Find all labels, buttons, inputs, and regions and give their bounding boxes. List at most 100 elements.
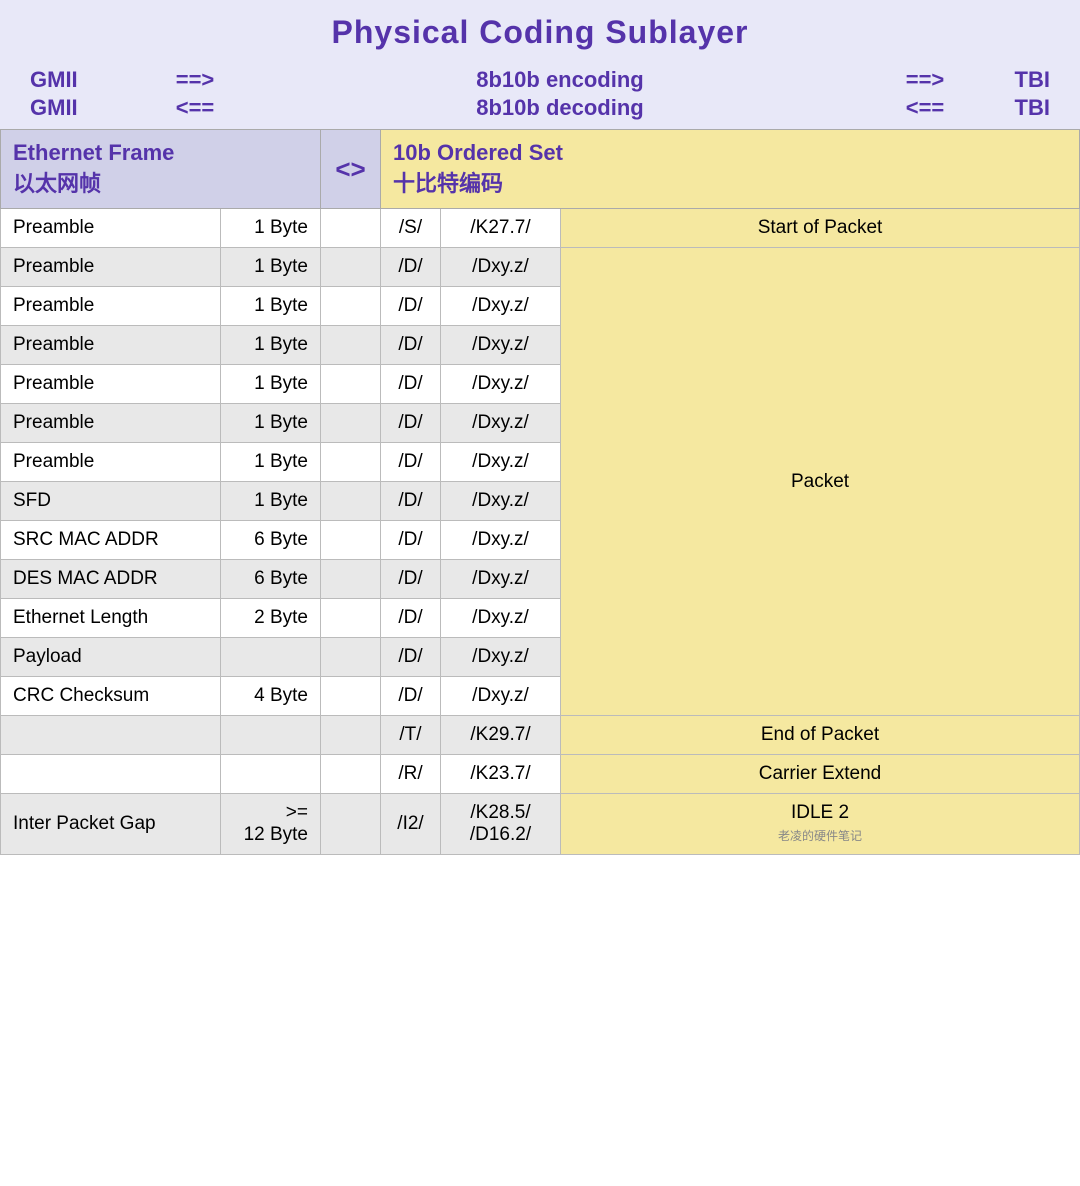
cell-name: Preamble — [1, 443, 221, 482]
cell-arrow — [321, 677, 381, 716]
cell-arrow — [321, 599, 381, 638]
cell-code1: /D/ — [381, 248, 441, 287]
cell-name: SRC MAC ADDR — [1, 521, 221, 560]
cell-name: CRC Checksum — [1, 677, 221, 716]
cell-name-carrier — [1, 755, 221, 794]
cell-code1: /D/ — [381, 677, 441, 716]
cell-code1: /D/ — [381, 482, 441, 521]
enc-gmii-2: GMII — [30, 95, 150, 121]
table-row-carrier: /R/ /K23.7/ Carrier Extend — [1, 755, 1080, 794]
cell-name-ipg: Inter Packet Gap — [1, 794, 221, 855]
cell-name: Preamble — [1, 365, 221, 404]
cell-arrow-end1 — [321, 716, 381, 755]
cell-arrow — [321, 638, 381, 677]
cell-arrow — [321, 482, 381, 521]
cell-arrow — [321, 443, 381, 482]
enc-arrow-3: <== — [150, 95, 240, 121]
cell-code2: /Dxy.z/ — [441, 560, 561, 599]
encoding-row-2: GMII <== 8b10b decoding <== TBI — [30, 95, 1050, 121]
cell-arrow — [321, 365, 381, 404]
cell-name: DES MAC ADDR — [1, 560, 221, 599]
cell-code1: /D/ — [381, 404, 441, 443]
table-row-end-packet: /T/ /K29.7/ End of Packet — [1, 716, 1080, 755]
idle-label: IDLE 2 — [791, 802, 849, 823]
cell-code2: /Dxy.z/ — [441, 521, 561, 560]
cell-arrow — [321, 326, 381, 365]
cell-size: 4 Byte — [221, 677, 321, 716]
ipg-size-line1: >= — [286, 802, 308, 823]
encoding-bar: GMII ==> 8b10b encoding ==> TBI GMII <==… — [0, 61, 1080, 129]
header-eth: Ethernet Frame 以太网帧 — [1, 130, 321, 209]
cell-code1-ipg: /I2/ — [381, 794, 441, 855]
cell-arrow — [321, 248, 381, 287]
main-table: Ethernet Frame 以太网帧 <> 10b Ordered Set 十… — [0, 129, 1080, 855]
enc-arrow-1: ==> — [150, 67, 240, 93]
cell-label-end: End of Packet — [561, 716, 1080, 755]
cell-arrow-ipg — [321, 794, 381, 855]
enc-gmii-1: GMII — [30, 67, 150, 93]
watermark: 老凌的硬件笔记 — [778, 829, 862, 843]
cell-name: Preamble — [1, 209, 221, 248]
enc-tbi-2: TBI — [970, 95, 1050, 121]
cell-size: 1 Byte — [221, 404, 321, 443]
cell-arrow — [321, 521, 381, 560]
cell-code1: /D/ — [381, 287, 441, 326]
cell-code2: /Dxy.z/ — [441, 482, 561, 521]
page-container: Physical Coding Sublayer GMII ==> 8b10b … — [0, 0, 1080, 855]
cell-code2: /Dxy.z/ — [441, 404, 561, 443]
table-header: Ethernet Frame 以太网帧 <> 10b Ordered Set 十… — [1, 130, 1080, 209]
cell-size: 6 Byte — [221, 521, 321, 560]
cell-label-carrier: Carrier Extend — [561, 755, 1080, 794]
cell-code1: /D/ — [381, 326, 441, 365]
cell-label-start: Start of Packet — [561, 209, 1080, 248]
cell-size: 1 Byte — [221, 443, 321, 482]
cell-code2-end1: /K29.7/ — [441, 716, 561, 755]
cell-name: Preamble — [1, 248, 221, 287]
cell-arrow — [321, 209, 381, 248]
cell-size: 6 Byte — [221, 560, 321, 599]
header-set-label: 10b Ordered Set — [393, 140, 563, 165]
cell-size: 1 Byte — [221, 326, 321, 365]
cell-arrow — [321, 404, 381, 443]
page-title: Physical Coding Sublayer — [0, 0, 1080, 61]
ipg-code2-line1: /K28.5/ — [470, 802, 530, 823]
cell-code1: /D/ — [381, 560, 441, 599]
cell-code2-carrier: /K23.7/ — [441, 755, 561, 794]
header-eth-label: Ethernet Frame — [13, 140, 174, 165]
cell-code1: /D/ — [381, 365, 441, 404]
cell-code2: /Dxy.z/ — [441, 248, 561, 287]
cell-code2: /Dxy.z/ — [441, 287, 561, 326]
cell-arrow — [321, 287, 381, 326]
cell-code1: /D/ — [381, 638, 441, 677]
cell-size-ipg: >= 12 Byte — [221, 794, 321, 855]
cell-size — [221, 638, 321, 677]
cell-name: Preamble — [1, 404, 221, 443]
cell-name-end1 — [1, 716, 221, 755]
cell-arrow-carrier — [321, 755, 381, 794]
cell-label-idle: IDLE 2 老凌的硬件笔记 — [561, 794, 1080, 855]
header-eth-cn: 以太网帧 — [13, 171, 101, 196]
ipg-size-line2: 12 Byte — [244, 824, 308, 845]
cell-code1-carrier: /R/ — [381, 755, 441, 794]
cell-size-carrier — [221, 755, 321, 794]
cell-size: 1 Byte — [221, 209, 321, 248]
cell-size-end1 — [221, 716, 321, 755]
cell-code1: /D/ — [381, 521, 441, 560]
header-set-cn: 十比特编码 — [393, 171, 503, 196]
cell-code1: /D/ — [381, 599, 441, 638]
enc-tbi-1: TBI — [970, 67, 1050, 93]
header-arrow: <> — [321, 130, 381, 209]
cell-size: 1 Byte — [221, 287, 321, 326]
ipg-code2-line2: /D16.2/ — [470, 824, 531, 845]
table-row-ipg: Inter Packet Gap >= 12 Byte /I2/ /K28.5/… — [1, 794, 1080, 855]
enc-arrow2-2: <== — [880, 95, 970, 121]
header-10b: 10b Ordered Set 十比特编码 — [381, 130, 1080, 209]
enc-arrow2-1: ==> — [880, 67, 970, 93]
cell-code2: /Dxy.z/ — [441, 638, 561, 677]
cell-code2: /Dxy.z/ — [441, 677, 561, 716]
cell-code2: /Dxy.z/ — [441, 599, 561, 638]
cell-code2-ipg: /K28.5/ /D16.2/ — [441, 794, 561, 855]
table-row: Preamble 1 Byte /S/ /K27.7/ Start of Pac… — [1, 209, 1080, 248]
cell-code1: /D/ — [381, 443, 441, 482]
enc-mid-2: 8b10b decoding — [240, 95, 880, 121]
